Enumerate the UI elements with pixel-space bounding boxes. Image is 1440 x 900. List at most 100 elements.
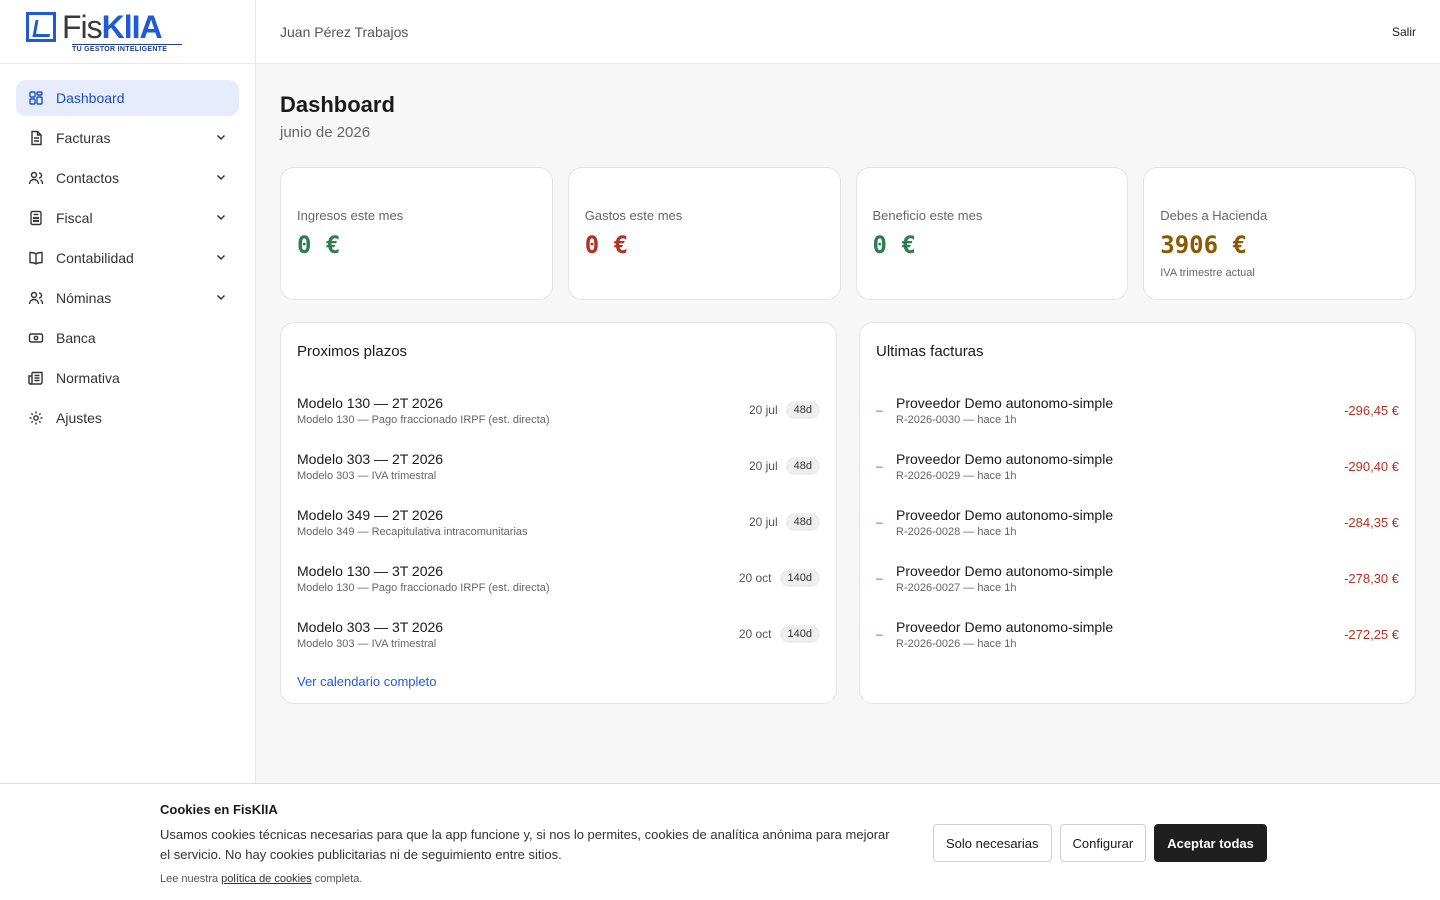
invoice-reference: R-2026-0027 — hace 1h bbox=[896, 581, 1017, 594]
deadline-row[interactable]: Modelo 303 — 2T 2026 Modelo 303 — IVA tri… bbox=[297, 438, 820, 494]
cookie-policy-link[interactable]: política de cookies bbox=[221, 873, 312, 885]
sidebar-item-label: Banca bbox=[56, 330, 96, 346]
deadline-description: Modelo 303 — IVA trimestral bbox=[297, 469, 437, 482]
logo-tagline: TU GESTOR INTELIGENTE bbox=[72, 43, 182, 53]
kpi-card: Gastos este mes 0 € bbox=[567, 167, 841, 300]
accept-all-button[interactable]: Aceptar todas bbox=[1154, 824, 1267, 862]
logo-text-klia: KlIA bbox=[101, 8, 163, 45]
invoice-reference: R-2026-0030 — hace 1h bbox=[896, 413, 1017, 426]
kpi-label: Gastos este mes bbox=[584, 208, 683, 223]
sidebar-item-contactos[interactable]: Contactos bbox=[16, 160, 239, 196]
deadlines-title: Proximos plazos bbox=[297, 343, 408, 360]
invoice-amount: -284,35 € bbox=[1344, 514, 1399, 530]
deadline-date: 20 oct bbox=[738, 627, 772, 641]
kpi-label: Debes a Hacienda bbox=[1160, 208, 1268, 223]
invoice-amount: -278,30 € bbox=[1344, 570, 1399, 586]
sidebar-item-label: Normativa bbox=[56, 370, 120, 386]
days-remaining-badge: 48d bbox=[785, 457, 820, 475]
invoice-party: Proveedor Demo autonomo-simple bbox=[896, 394, 1114, 411]
only-necessary-button[interactable]: Solo necesarias bbox=[933, 824, 1052, 862]
deadline-title: Modelo 130 — 3T 2026 bbox=[297, 562, 444, 579]
calculator-icon bbox=[28, 210, 44, 226]
deadline-row[interactable]: Modelo 303 — 3T 2026 Modelo 303 — IVA tri… bbox=[297, 606, 820, 662]
kpi-value: 0 € bbox=[584, 231, 629, 259]
invoice-row[interactable]: – Proveedor Demo autonomo-simple R-2026-00… bbox=[876, 494, 1399, 550]
cookie-body: Usamos cookies técnicas necesarias para … bbox=[160, 827, 890, 862]
kpi-cards: Ingresos este mes 0 € Gastos este mes 0 € Be… bbox=[280, 167, 1416, 300]
deadline-description: Modelo 130 — Pago fraccionado IRPF (est.… bbox=[297, 413, 550, 426]
expense-marker: – bbox=[876, 571, 883, 585]
sidebar-item-label: Contactos bbox=[56, 170, 120, 186]
logout-button[interactable]: Salir bbox=[1392, 25, 1416, 39]
chevron-down-icon[interactable] bbox=[215, 210, 227, 226]
kpi-note: IVA trimestre actual bbox=[1160, 267, 1255, 279]
sidebar-item-ajustes[interactable]: Ajustes bbox=[16, 400, 239, 436]
deadline-row[interactable]: Modelo 349 — 2T 2026 Modelo 349 — Recapit… bbox=[297, 494, 820, 550]
expense-marker: – bbox=[876, 627, 883, 641]
deadline-date: 20 jul bbox=[748, 459, 778, 473]
invoices-panel: Ultimas facturas – Proveedor Demo autonom… bbox=[859, 322, 1416, 704]
deadline-date: 20 jul bbox=[748, 403, 778, 417]
panels: Proximos plazos Modelo 130 — 2T 2026 Mode… bbox=[280, 322, 1416, 704]
deadline-date: 20 oct bbox=[738, 571, 772, 585]
user-name: Juan Pérez Trabajos bbox=[280, 23, 409, 40]
sidebar-item-label: Dashboard bbox=[56, 90, 125, 106]
kpi-card: Debes a Hacienda 3906 € IVA trimestre actu… bbox=[1143, 167, 1416, 300]
invoices-title: Ultimas facturas bbox=[876, 343, 984, 360]
chevron-down-icon[interactable] bbox=[215, 170, 227, 186]
deadline-title: Modelo 303 — 2T 2026 bbox=[297, 450, 444, 467]
sidebar-item-label: Ajustes bbox=[56, 410, 102, 426]
invoice-row[interactable]: – Proveedor Demo autonomo-simple R-2026-00… bbox=[876, 438, 1399, 494]
sidebar-item-fiscal[interactable]: Fiscal bbox=[16, 200, 239, 236]
kpi-label: Ingresos este mes bbox=[297, 208, 404, 223]
deadline-description: Modelo 349 — Recapitulativa intracomunit… bbox=[297, 525, 528, 538]
sidebar-item-normativa[interactable]: Normativa bbox=[16, 360, 239, 396]
invoice-party: Proveedor Demo autonomo-simple bbox=[896, 562, 1114, 579]
cookie-banner: Cookies en FisKlIA Usamos cookies técnic… bbox=[0, 783, 1440, 900]
invoice-amount: -290,40 € bbox=[1344, 458, 1399, 474]
configure-button[interactable]: Configurar bbox=[1059, 824, 1147, 862]
invoice-reference: R-2026-0029 — hace 1h bbox=[896, 469, 1017, 482]
cookie-title: Cookies en FisKlIA bbox=[160, 802, 278, 817]
invoice-row[interactable]: – Proveedor Demo autonomo-simple R-2026-00… bbox=[876, 550, 1399, 606]
expense-marker: – bbox=[876, 459, 883, 473]
deadline-description: Modelo 130 — Pago fraccionado IRPF (est.… bbox=[297, 581, 550, 594]
sidebar-item-facturas[interactable]: Facturas bbox=[16, 120, 239, 156]
sidebar-item-banca[interactable]: Banca bbox=[16, 320, 239, 356]
full-calendar-link[interactable]: Ver calendario completo bbox=[297, 674, 436, 689]
invoice-reference: R-2026-0026 — hace 1h bbox=[896, 637, 1017, 650]
deadline-title: Modelo 303 — 3T 2026 bbox=[297, 618, 444, 635]
deadline-list: Modelo 130 — 2T 2026 Modelo 130 — Pago fr… bbox=[297, 382, 820, 662]
sidebar-item-dashboard[interactable]: Dashboard bbox=[16, 80, 239, 116]
invoice-amount: -296,45 € bbox=[1344, 402, 1399, 418]
deadline-description: Modelo 303 — IVA trimestral bbox=[297, 637, 437, 650]
expense-marker: – bbox=[876, 403, 883, 417]
deadline-date: 20 jul bbox=[748, 515, 778, 529]
invoice-row[interactable]: – Proveedor Demo autonomo-simple R-2026-00… bbox=[876, 382, 1399, 438]
kpi-value: 0 € bbox=[872, 231, 916, 259]
deadline-title: Modelo 130 — 2T 2026 bbox=[297, 394, 444, 411]
chevron-down-icon[interactable] bbox=[215, 130, 227, 146]
sidebar: FisKlIA TU GESTOR INTELIGENTE Dashboard F… bbox=[0, 0, 256, 900]
invoice-amount: -272,25 € bbox=[1344, 626, 1399, 642]
deadline-row[interactable]: Modelo 130 — 3T 2026 Modelo 130 — Pago fr… bbox=[297, 550, 820, 606]
chevron-down-icon[interactable] bbox=[215, 290, 227, 306]
book-icon bbox=[28, 250, 44, 266]
sidebar-item-contabilidad[interactable]: Contabilidad bbox=[16, 240, 239, 276]
banknote-icon bbox=[28, 330, 44, 346]
chevron-down-icon[interactable] bbox=[215, 250, 227, 266]
kpi-card: Beneficio este mes 0 € bbox=[855, 167, 1129, 300]
kpi-card: Ingresos este mes 0 € bbox=[280, 167, 553, 300]
invoice-list: – Proveedor Demo autonomo-simple R-2026-00… bbox=[876, 382, 1399, 662]
expense-marker: – bbox=[876, 515, 883, 529]
logo-text-fis: Fis bbox=[62, 8, 103, 45]
logo[interactable]: FisKlIA TU GESTOR INTELIGENTE bbox=[26, 11, 186, 53]
invoice-party: Proveedor Demo autonomo-simple bbox=[896, 450, 1114, 467]
sidebar-item-nominas[interactable]: Nóminas bbox=[16, 280, 239, 316]
sidebar-item-label: Fiscal bbox=[56, 210, 93, 226]
invoice-row[interactable]: – Proveedor Demo autonomo-simple R-2026-00… bbox=[876, 606, 1399, 662]
sidebar-item-label: Nóminas bbox=[56, 290, 112, 306]
kpi-value: 0 € bbox=[297, 231, 341, 259]
deadline-row[interactable]: Modelo 130 — 2T 2026 Modelo 130 — Pago fr… bbox=[297, 382, 820, 438]
page-title: Dashboard bbox=[280, 92, 395, 117]
